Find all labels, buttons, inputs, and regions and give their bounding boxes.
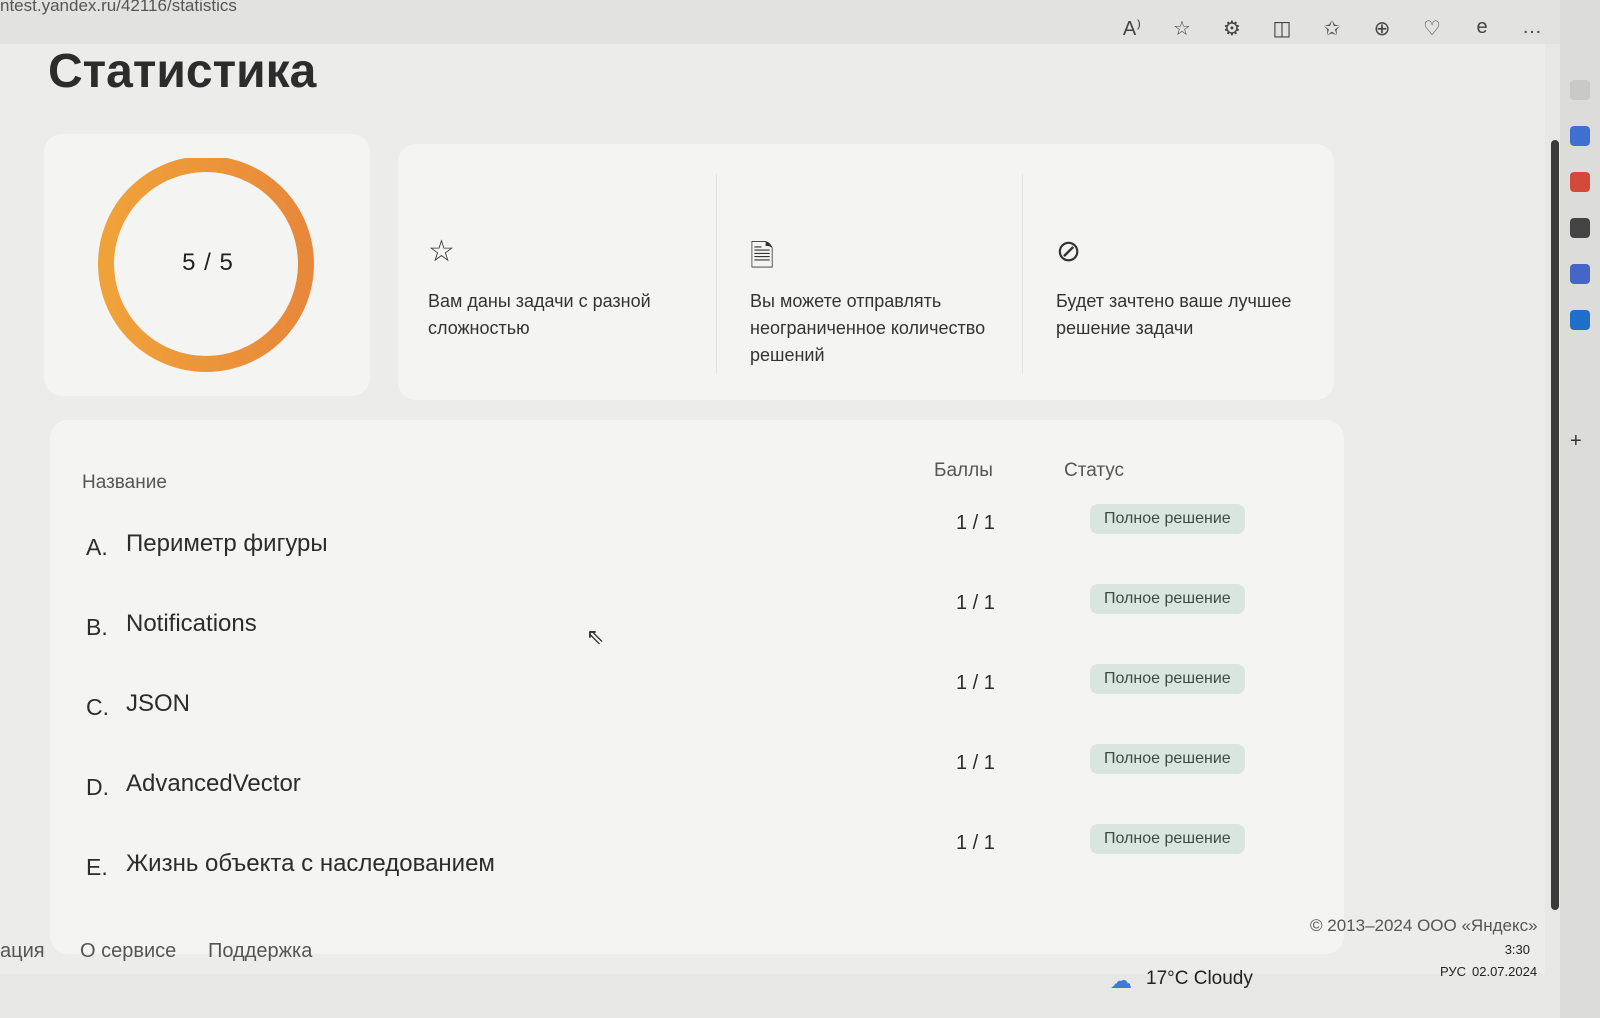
more-icon[interactable]: …: [1520, 16, 1544, 41]
info-item: ☆ Вам даны задачи с разной сложностью: [398, 144, 698, 400]
footer-link-navigation[interactable]: ация: [0, 940, 45, 963]
column-header-status: Статус: [1064, 460, 1125, 481]
read-aloud-icon[interactable]: A⁾: [1120, 16, 1144, 41]
divider: [1022, 174, 1023, 374]
statistics-page: Статистика 5 / 5 ☆ Вам даны задачи с раз…: [0, 44, 1545, 974]
problem-letter: D.: [86, 774, 109, 800]
people-icon[interactable]: [1570, 218, 1590, 238]
footer-link-support[interactable]: Поддержка: [208, 940, 312, 963]
cloud-icon: ☁: [1110, 968, 1132, 993]
status-badge: Полное решение: [1090, 584, 1245, 614]
search-icon[interactable]: [1570, 80, 1590, 100]
copilot-icon[interactable]: [1570, 264, 1590, 284]
add-icon[interactable]: +: [1570, 430, 1590, 452]
weather-widget[interactable]: 17°C Cloudy: [1146, 968, 1253, 990]
status-badge: Полное решение: [1090, 664, 1245, 694]
info-item: ⊘ Будет зачтено ваше лучшее решение зада…: [1026, 144, 1326, 400]
info-card: ☆ Вам даны задачи с разной сложностью 🗎 …: [398, 144, 1334, 400]
status-badge: Полное решение: [1090, 504, 1245, 534]
table-row[interactable]: E. Жизнь объекта с наследованием 1 / 1 П…: [50, 824, 1344, 912]
favorite-star-icon[interactable]: ☆: [1170, 16, 1194, 41]
problem-name[interactable]: Периметр фигуры: [126, 530, 328, 558]
tools-icon[interactable]: [1570, 172, 1590, 192]
problem-score: 1 / 1: [956, 752, 995, 774]
shopping-icon[interactable]: [1570, 126, 1590, 146]
problem-name[interactable]: JSON: [126, 690, 190, 718]
document-send-icon: 🗎: [750, 240, 775, 273]
info-text: Вам даны задачи с разной сложностью: [428, 291, 651, 338]
extensions-icon[interactable]: ⚙: [1220, 16, 1244, 41]
page-title: Статистика: [48, 45, 317, 98]
browser-sidebar: +: [1560, 0, 1600, 1018]
problem-letter: C.: [86, 694, 109, 720]
divider: [716, 174, 717, 374]
collections-icon[interactable]: ⊕: [1370, 16, 1394, 41]
problem-score: 1 / 1: [956, 512, 995, 534]
split-screen-icon[interactable]: ◫: [1270, 16, 1294, 41]
outlook-icon[interactable]: [1570, 310, 1590, 330]
page-scrollbar[interactable]: [1551, 140, 1559, 910]
check-circle-icon: ⊘: [1056, 235, 1082, 268]
problem-score: 1 / 1: [956, 592, 995, 614]
browser-toolbar-icons: A⁾ ☆ ⚙ ◫ ✩ ⊕ ♡ e …: [1120, 16, 1544, 41]
address-bar[interactable]: ntest.yandex.ru/42116/statistics: [0, 0, 237, 16]
copyright: © 2013–2024 ООО «Яндекс»: [1310, 916, 1538, 935]
problem-name[interactable]: Notifications: [126, 610, 257, 638]
language-indicator[interactable]: РУС: [1440, 964, 1466, 979]
problem-letter: B.: [86, 614, 108, 640]
progress-card: 5 / 5: [44, 134, 370, 396]
status-badge: Полное решение: [1090, 744, 1245, 774]
star-icon: ☆: [428, 235, 455, 268]
info-text: Вы можете отправлять неограниченное коли…: [750, 291, 986, 365]
table-row[interactable]: B. Notifications 1 / 1 Полное решение: [50, 584, 1344, 672]
browser-toolbar: ntest.yandex.ru/42116/statistics A⁾ ☆ ⚙ …: [0, 0, 1560, 44]
status-badge: Полное решение: [1090, 824, 1245, 854]
table-row[interactable]: D. AdvancedVector 1 / 1 Полное решение: [50, 744, 1344, 832]
problem-score: 1 / 1: [956, 672, 995, 694]
column-header-score: Баллы: [934, 460, 993, 481]
edge-icon[interactable]: e: [1470, 16, 1494, 41]
clock-time[interactable]: 3:30: [1490, 942, 1530, 957]
problems-table: Название Баллы Статус A. Периметр фигуры…: [50, 420, 1344, 954]
browser-essentials-icon[interactable]: ♡: [1420, 16, 1444, 41]
column-header-name: Название: [82, 472, 167, 493]
mouse-cursor-icon: ⇖: [586, 624, 605, 649]
table-row[interactable]: C. JSON 1 / 1 Полное решение: [50, 664, 1344, 752]
clock-date[interactable]: 02.07.2024: [1472, 964, 1537, 979]
favorites-icon[interactable]: ✩: [1320, 16, 1344, 41]
info-text: Будет зачтено ваше лучшее решение задачи: [1056, 291, 1292, 338]
windows-taskbar: ☁ 17°C Cloudy РУС 3:30 02.07.2024: [1110, 942, 1560, 1018]
problem-name[interactable]: Жизнь объекта с наследованием: [126, 850, 495, 878]
problem-letter: A.: [86, 534, 108, 560]
progress-label: 5 / 5: [182, 249, 234, 276]
info-item: 🗎 Вы можете отправлять неограниченное ко…: [720, 144, 1020, 400]
problem-name[interactable]: AdvancedVector: [126, 770, 301, 798]
progress-ring: 5 / 5: [96, 156, 320, 382]
problem-letter: E.: [86, 854, 108, 880]
footer-link-about[interactable]: О сервисе: [80, 940, 176, 963]
table-row[interactable]: A. Периметр фигуры 1 / 1 Полное решение: [50, 504, 1344, 592]
problem-score: 1 / 1: [956, 832, 995, 854]
